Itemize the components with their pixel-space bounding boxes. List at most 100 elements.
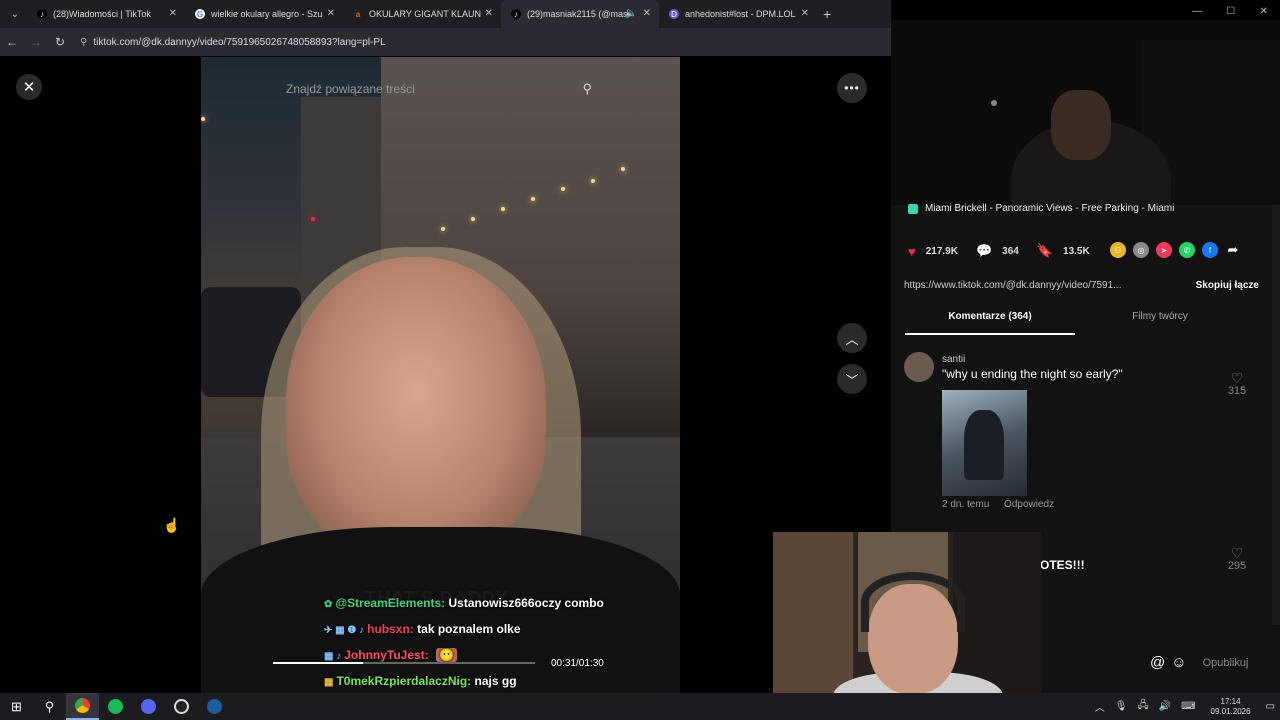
video-progress-bar[interactable] (273, 662, 535, 664)
start-icon[interactable]: ⊞ (0, 693, 33, 720)
save-button[interactable]: 🔖 13.5K (1037, 243, 1090, 259)
video-link[interactable]: https://www.tiktok.com/@dk.dannyy/video/… (904, 280, 1149, 291)
avatar[interactable] (904, 352, 934, 382)
close-video-button[interactable]: ✕ (16, 74, 42, 100)
search-icon[interactable]: ⚲ (582, 81, 592, 97)
webcam-overlay-bottom (773, 532, 1041, 720)
comment-like-button[interactable]: ♡ 295 (1222, 546, 1252, 572)
tab-creator-videos[interactable]: Filmy twórcy (1075, 311, 1245, 335)
comment-tabs: Komentarze (364) Filmy twórcy (905, 311, 1260, 335)
tray-chevron-icon[interactable]: ︿ (1095, 699, 1105, 714)
embed-share-icon[interactable]: ⚇ (1110, 242, 1126, 258)
comment-button[interactable]: 💬 364 (976, 243, 1019, 259)
chat-message: ✿ @StreamElements: Ustanowisz666oczy comb… (324, 591, 604, 617)
friends-share-icon[interactable]: ◎ (1133, 242, 1149, 258)
more-share-icon[interactable]: ➦ (1225, 242, 1241, 258)
chat-message: ▦ T0mekRzpierdalaczNig: najs gg (324, 669, 604, 695)
video-light (441, 227, 445, 231)
chat-badges: ▦ ♪ (324, 651, 342, 662)
video-light (561, 187, 565, 191)
chat-text: Ustanowisz666oczy combo (448, 596, 604, 610)
url-field[interactable]: ⚲ tiktok.com/@dk.dannyy/video/7591965026… (80, 31, 860, 53)
comment-image[interactable] (942, 390, 1027, 496)
network-icon[interactable]: 🖧 (1137, 698, 1148, 715)
comment-meta: 2 dn. temu Odpowiedz (942, 499, 1066, 510)
location-icon (908, 203, 918, 214)
stream-chat-overlay: ✿ @StreamElements: Ustanowisz666oczy comb… (324, 591, 604, 695)
location-tag[interactable]: Miami Brickell - Panoramic Views - Free … (908, 203, 1174, 214)
comment-like-button[interactable]: ♡ 315 (1222, 371, 1252, 397)
close-icon[interactable]: ✕ (485, 8, 493, 19)
browser-tab[interactable]: a OKULARY GIGANT KLAUNA M ✕ (343, 0, 501, 28)
tab-title: anhedonist#lost - DPM.LOL (685, 9, 796, 19)
forward-icon[interactable]: → (24, 35, 48, 49)
microphone-icon[interactable]: 🎙 (1115, 701, 1128, 712)
notifications-icon[interactable]: ▭ (1266, 701, 1275, 712)
more-options-button[interactable]: ••• (837, 73, 867, 103)
steam-icon[interactable] (198, 693, 231, 720)
spotify-icon[interactable] (99, 693, 132, 720)
scrollbar[interactable] (1272, 205, 1280, 625)
browser-tab[interactable]: D anhedonist#lost - DPM.LOL ✕ (659, 0, 817, 28)
heart-outline-icon: ♡ (1230, 370, 1244, 386)
facebook-share-icon[interactable]: f (1202, 242, 1218, 258)
comment-like-count: 295 (1227, 560, 1247, 572)
chrome-icon[interactable] (66, 693, 99, 720)
send-share-icon[interactable]: ➤ (1156, 242, 1172, 258)
chat-emote-icon: 😶 (436, 648, 457, 662)
tab-title: wielkie okulary allegro - Szukaj (211, 9, 323, 19)
reply-button[interactable]: Odpowiedz (1004, 499, 1054, 510)
close-icon[interactable]: ✕ (169, 8, 177, 19)
tab-search-button[interactable]: ⌄ (3, 4, 27, 24)
video-light (471, 217, 475, 221)
chat-user: hubsxn: (367, 622, 414, 636)
publish-button[interactable]: Opublikuj (1203, 657, 1249, 669)
search-icon[interactable]: ⚲ (33, 693, 66, 720)
clock-date: 09.01.2026 (1210, 706, 1251, 716)
bookmark-icon: 🔖 (1036, 243, 1054, 258)
comment-author[interactable]: santii (942, 354, 965, 365)
site-info-icon[interactable]: ⚲ (80, 37, 87, 48)
browser-tab[interactable]: G wielkie okulary allegro - Szukaj ✕ (185, 0, 343, 28)
volume-icon[interactable]: 🔊 (1159, 701, 1171, 712)
new-tab-button[interactable]: + (823, 6, 831, 22)
chat-user: @StreamElements: (335, 596, 446, 610)
tiktok-icon: ♪ (511, 9, 521, 19)
keyboard-icon[interactable]: ⌨ (1181, 701, 1195, 712)
chat-badges: ✿ (324, 599, 333, 610)
video-light (531, 197, 535, 201)
maximize-icon[interactable]: ☐ (1226, 6, 1235, 17)
tab-comments[interactable]: Komentarze (364) (905, 311, 1075, 335)
related-search-bar[interactable]: Znajdź powiązane treści ⚲ (274, 76, 604, 102)
video-time: 00:31/01:30 (551, 658, 604, 669)
copy-link-button[interactable]: Skopiuj łącze (1196, 280, 1259, 291)
engagement-stats: ♥ 217.9K 💬 364 🔖 13.5K (908, 243, 1108, 259)
close-window-icon[interactable]: ✕ (1259, 6, 1267, 17)
close-icon[interactable]: ✕ (643, 8, 651, 19)
previous-video-button[interactable]: ︿ (837, 323, 867, 353)
reload-icon[interactable]: ↻ (48, 35, 72, 49)
discord-icon[interactable] (132, 693, 165, 720)
like-button[interactable]: ♥ 217.9K (908, 244, 958, 259)
comment-icon: 💬 (975, 243, 993, 258)
clock[interactable]: 17:14 09.01.2026 (1211, 697, 1251, 717)
close-icon[interactable]: ✕ (327, 8, 335, 19)
emoji-icon[interactable]: ☺ (1171, 654, 1186, 671)
browser-tab[interactable]: ♪ (28)Wiadomości | TikTok ✕ (27, 0, 185, 28)
mention-icon[interactable]: @ (1150, 654, 1165, 671)
whatsapp-share-icon[interactable]: ✆ (1179, 242, 1195, 258)
back-icon[interactable]: ← (0, 35, 24, 49)
tiktok-icon: ♪ (37, 9, 47, 19)
like-count: 217.9K (925, 245, 958, 257)
comment-text: OTES!!! (1040, 558, 1085, 572)
next-video-button[interactable]: ﹀ (837, 364, 867, 394)
windows-taskbar: ⊞ ⚲ ︿ 🎙 🖧 🔊 ⌨ 17:14 09.01.2026 ▭ (0, 693, 1280, 720)
close-icon[interactable]: ✕ (801, 8, 809, 19)
chat-user: JohnnyTuJest: (344, 648, 429, 662)
google-icon: G (195, 9, 205, 19)
browser-tab-active[interactable]: ♪ (29)masniak2115 (@masni 🔈 ✕ (501, 0, 659, 28)
chat-text: tak poznalem olke (417, 622, 521, 636)
speaker-icon[interactable]: 🔈 (625, 8, 637, 19)
obs-icon[interactable] (165, 693, 198, 720)
minimize-icon[interactable]: — (1192, 6, 1202, 17)
